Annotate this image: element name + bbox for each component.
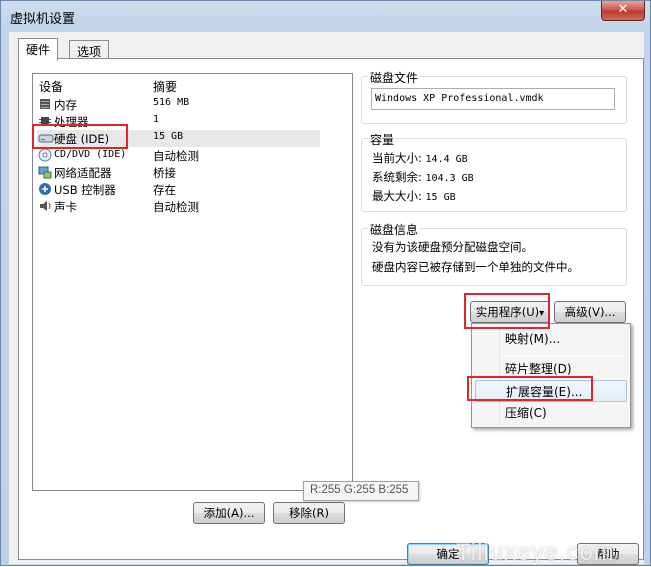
device-row-processor[interactable]: 处理器 1	[37, 113, 320, 130]
system-free: 系统剩余: 104.3 GB	[372, 169, 474, 185]
max-size-value: 15 GB	[425, 192, 456, 203]
utilities-dropdown-menu[interactable]: 映射(M)... 碎片整理(D) 扩展容量(E)... 压缩(C)	[471, 323, 631, 428]
tab-options-label: 选项	[77, 45, 102, 59]
column-header-summary[interactable]: 摘要	[153, 78, 177, 95]
window-title: 虚拟机设置	[10, 12, 76, 27]
disk-info-label: 磁盘信息	[368, 221, 421, 238]
menu-item-map[interactable]: 映射(M)...	[475, 328, 627, 350]
utilities-button[interactable]: 实用程序(U)▾	[470, 301, 550, 323]
disk-info-group: 磁盘信息	[361, 221, 627, 286]
device-summary: 516 MB	[153, 97, 190, 108]
capacity-label: 容量	[368, 131, 397, 148]
column-header-device[interactable]: 设备	[39, 78, 63, 95]
utilities-button-label: 实用程序(U)	[475, 305, 540, 319]
device-name: 网络适配器	[54, 166, 112, 180]
processor-icon	[38, 114, 52, 128]
add-button[interactable]: 添加(A)...	[193, 502, 265, 524]
add-button-label: 添加(A)...	[203, 506, 255, 520]
device-row-usb-controller[interactable]: USB 控制器 存在	[37, 181, 320, 198]
close-button[interactable]: ✕	[601, 1, 645, 21]
device-summary: 自动检测	[153, 200, 199, 214]
remove-button[interactable]: 移除(R)	[273, 502, 345, 524]
device-name: 声卡	[54, 200, 77, 214]
disk-info-line2: 硬盘内容已被存储到一个单独的文件中。	[372, 260, 579, 274]
menu-item-defragment[interactable]: 碎片整理(D)	[475, 358, 627, 380]
disk-file-input[interactable]: Windows XP Professional.vmdk	[371, 88, 615, 110]
network-adapter-icon	[38, 165, 52, 179]
cd-dvd-icon	[38, 148, 52, 162]
dropdown-arrow-icon: ▾	[539, 308, 545, 319]
max-size-label: 最大大小:	[372, 189, 422, 203]
device-row-network-adapter[interactable]: 网络适配器 桥接	[37, 164, 320, 181]
watermark: Tiliuxeye.com	[456, 539, 615, 566]
disk-file-label: 磁盘文件	[368, 69, 421, 86]
device-row-hard-disk[interactable]: 硬盘 (IDE) 15 GB	[37, 130, 320, 147]
device-summary: 自动检测	[153, 149, 199, 163]
disk-info-line1: 没有为该硬盘预分配磁盘空间。	[372, 240, 533, 254]
device-name: 内存	[54, 98, 77, 112]
current-size-value: 14.4 GB	[425, 154, 468, 165]
memory-icon	[38, 97, 52, 111]
device-summary: 存在	[153, 183, 176, 197]
device-name: CD/DVD (IDE)	[54, 149, 127, 160]
device-summary: 15 GB	[153, 131, 184, 142]
tab-hardware[interactable]: 硬件	[18, 38, 59, 61]
device-name: USB 控制器	[54, 183, 116, 197]
vm-settings-window: 虚拟机设置 ✕ 硬件 选项 设备 摘要 内存 516 MB 处理器 1 硬盘 (…	[0, 0, 651, 566]
system-free-label: 系统剩余:	[372, 170, 422, 184]
device-summary: 1	[153, 114, 160, 125]
color-tooltip: R:255 G:255 B:255	[303, 481, 419, 501]
usb-controller-icon	[38, 182, 52, 196]
advanced-button[interactable]: 高级(V)...	[554, 301, 626, 323]
device-summary: 桥接	[153, 166, 176, 180]
max-size: 最大大小: 15 GB	[372, 188, 456, 204]
device-name: 硬盘 (IDE)	[54, 132, 110, 146]
system-free-value: 104.3 GB	[425, 173, 474, 184]
device-row-memory[interactable]: 内存 516 MB	[37, 96, 320, 113]
advanced-button-label: 高级(V)...	[564, 305, 616, 319]
current-size: 当前大小: 14.4 GB	[372, 150, 468, 166]
sound-card-icon	[38, 199, 52, 213]
device-row-cd-dvd[interactable]: CD/DVD (IDE) 自动检测	[37, 147, 320, 164]
current-size-label: 当前大小:	[372, 151, 422, 165]
tab-hardware-label: 硬件	[26, 43, 51, 57]
title-bar[interactable]: 虚拟机设置 ✕	[1, 1, 650, 31]
close-icon: ✕	[617, 2, 629, 17]
menu-item-expand[interactable]: 扩展容量(E)...	[475, 380, 627, 402]
hard-disk-icon	[38, 131, 54, 145]
remove-button-label: 移除(R)	[289, 506, 329, 520]
device-list[interactable]: 设备 摘要 内存 516 MB 处理器 1 硬盘 (IDE) 15 GB CD/…	[32, 73, 353, 491]
menu-item-compact[interactable]: 压缩(C)	[475, 402, 627, 424]
menu-separator	[502, 355, 624, 356]
device-name: 处理器	[54, 115, 89, 129]
device-row-sound-card[interactable]: 声卡 自动检测	[37, 198, 320, 215]
